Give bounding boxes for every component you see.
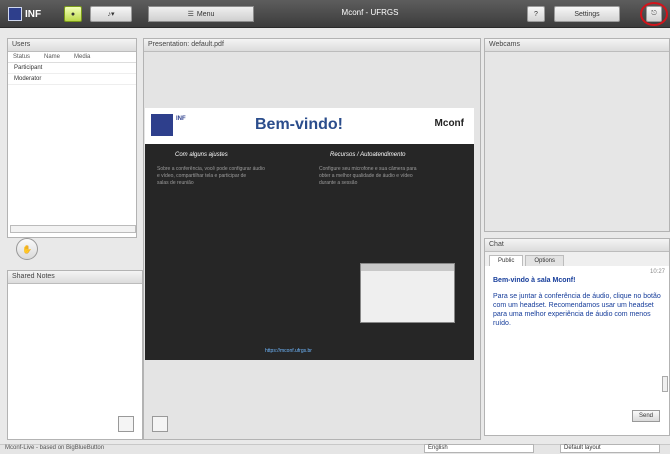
chat-title: Chat — [485, 239, 669, 252]
shared-notes-title: Shared Notes — [8, 271, 142, 284]
presentation-title: Presentation: default.pdf — [144, 39, 480, 52]
upload-button[interactable] — [152, 416, 168, 432]
slide-right-title: Recursos / Autoatendimento — [330, 152, 406, 158]
shared-notes-panel: Shared Notes — [7, 270, 143, 440]
webcam-icon: ● — [70, 10, 76, 18]
chat-scrollbar[interactable] — [662, 376, 668, 392]
send-button[interactable]: Send — [632, 410, 660, 422]
tab-public[interactable]: Public — [489, 255, 524, 266]
tab-options[interactable]: Options — [525, 255, 565, 266]
chat-welcome-title: Bem-vindo à sala Mconf! — [493, 277, 576, 284]
top-toolbar: INF ● ♪ ▾ ☰ Menu Mconf - UFRGS ? Setting… — [0, 0, 670, 28]
settings-button[interactable]: Settings — [554, 6, 620, 22]
user-name: Participant — [14, 65, 43, 71]
layout-select[interactable]: Default layout — [560, 444, 660, 453]
name-column-header: Name — [44, 54, 61, 60]
audio-dropdown-button[interactable]: ♪ ▾ — [90, 6, 132, 22]
chat-tabs: Public Options — [485, 252, 669, 266]
ufrgs-text: INF — [176, 116, 186, 122]
slide-left-title: Com alguns ajustes — [175, 152, 228, 158]
media-column-header: Media — [74, 54, 91, 60]
mconf-logo: Mconf — [434, 118, 464, 129]
logout-icon: ⎋ — [651, 10, 657, 17]
chevron-down-icon: ▾ — [110, 11, 115, 18]
welcome-heading: Bem-vindo! — [255, 116, 343, 133]
webcam-button[interactable]: ● — [64, 6, 82, 22]
menu-icon: ☰ — [187, 11, 194, 18]
user-name: Moderator — [14, 76, 42, 82]
help-button[interactable]: ? — [527, 6, 545, 22]
users-table-header: Status Name Media — [8, 52, 136, 63]
webcams-panel: Webcams — [484, 38, 670, 232]
status-column-header: Status — [13, 54, 31, 60]
chat-panel: Chat Public Options 10:27 Bem-vindo à sa… — [484, 238, 670, 436]
room-title: Mconf - UFRGS — [341, 8, 399, 17]
users-panel: Users Status Name Media Participant Mode… — [7, 38, 137, 238]
presentation-slide: INF Bem-vindo! Mconf Com alguns ajustes … — [145, 108, 474, 360]
settings-label: Settings — [574, 10, 600, 18]
lock-button[interactable] — [118, 416, 134, 432]
language-select[interactable]: English — [424, 444, 534, 453]
users-horizontal-scrollbar[interactable] — [10, 225, 136, 233]
logo-text: INF — [25, 8, 42, 20]
logo: INF — [8, 5, 44, 23]
menu-label: Menu — [196, 10, 215, 18]
ufrgs-logo-icon — [151, 114, 173, 136]
app-window: INF ● ♪ ▾ ☰ Menu Mconf - UFRGS ? Setting… — [0, 0, 670, 454]
hand-icon: ✋ — [22, 244, 32, 254]
slide-header: INF Bem-vindo! Mconf — [145, 108, 474, 144]
logo-mark — [8, 7, 22, 21]
help-icon: ? — [534, 10, 538, 18]
raise-hand-button[interactable]: ✋ — [16, 238, 38, 260]
user-row[interactable]: Moderator — [8, 74, 136, 85]
slide-link[interactable]: https://mconf.ufrgs.br — [265, 348, 312, 354]
slide-right-text: Configure seu microfone e sua câmera par… — [319, 166, 417, 186]
slide-left-text: Sobre a conferência, você pode configura… — [157, 166, 265, 186]
slide-screenshot — [360, 263, 455, 323]
users-panel-title: Users — [8, 39, 136, 52]
chat-message: Para se juntar à conferência de áudio, c… — [493, 293, 661, 327]
menu-button[interactable]: ☰ Menu — [148, 6, 254, 22]
slide-screenshot-header — [361, 264, 454, 271]
user-row[interactable]: Participant — [8, 63, 136, 74]
logout-button[interactable]: ⎋ — [646, 6, 662, 22]
status-text: Mconf-Live - based on BigBlueButton — [5, 445, 105, 451]
chat-timestamp: 10:27 — [649, 269, 665, 275]
webcams-title: Webcams — [485, 39, 669, 52]
